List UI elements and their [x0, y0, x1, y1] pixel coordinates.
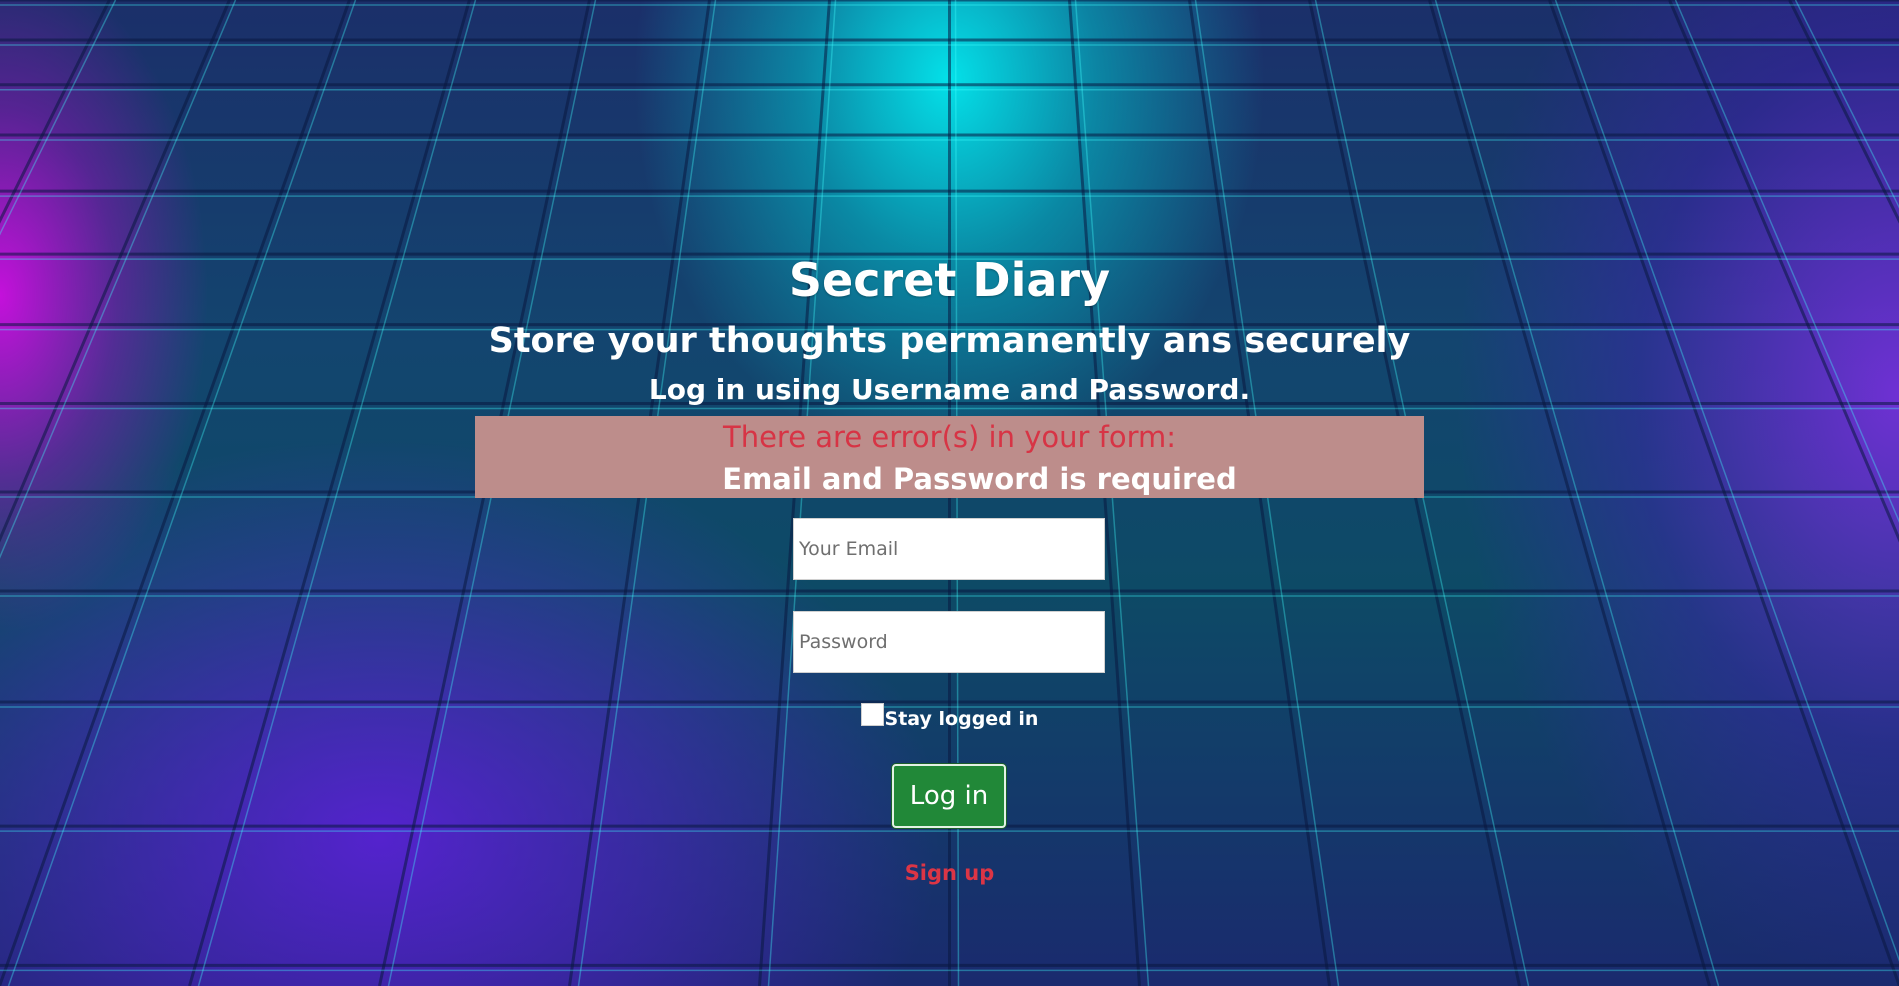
password-field[interactable]: [793, 611, 1105, 673]
error-heading: There are error(s) in your form:: [722, 420, 1177, 454]
stay-logged-in-row: Stay logged in: [0, 703, 1899, 731]
page-subtitle: Store your thoughts permanently ans secu…: [488, 321, 1411, 361]
error-message: Email and Password is required: [722, 462, 1237, 496]
login-button[interactable]: Log in: [892, 764, 1006, 828]
error-alert: There are error(s) in your form: Email a…: [475, 416, 1424, 498]
signup-link[interactable]: Sign up: [0, 858, 1899, 888]
stay-logged-in-label[interactable]: Stay logged in: [885, 708, 1039, 730]
stay-logged-in-checkbox[interactable]: [860, 703, 884, 726]
login-instruction: Log in using Username and Password.: [648, 373, 1251, 406]
email-field[interactable]: [793, 518, 1105, 580]
page-title: Secret Diary: [788, 253, 1111, 307]
